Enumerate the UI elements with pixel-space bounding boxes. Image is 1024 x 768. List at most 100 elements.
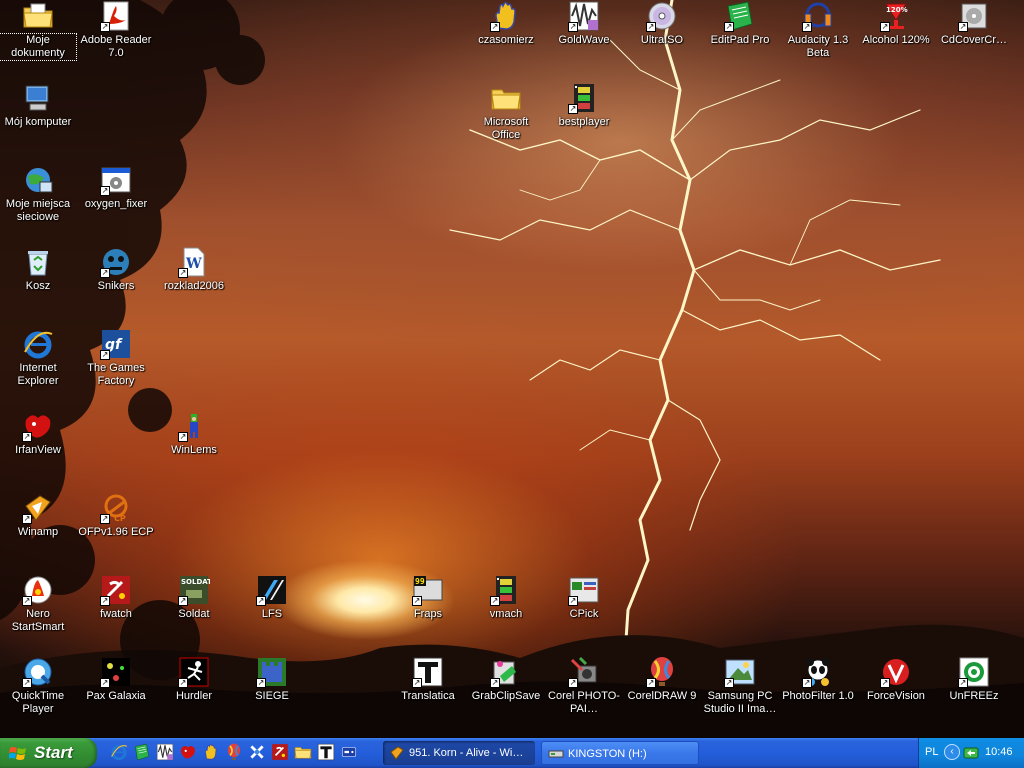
desktop-icon[interactable]: ↗ Pax Galaxia [78,656,154,703]
siege-icon: ↗ [256,656,288,688]
internet-explorer-icon [22,328,54,360]
desktop-icon[interactable]: Moje dokumenty [0,0,77,61]
system-tray: PL ‹ 10:46 [918,738,1024,768]
desktop-icon[interactable]: W ↗ rozklad2006 [156,246,232,293]
desktop-icon[interactable]: ↗ IrfanView [0,410,76,457]
desktop-icon-label: ForceVision [867,690,925,702]
desktop-icon[interactable]: ↗ czasomierz [468,0,544,47]
desktop-icon-label: Kosz [25,280,51,292]
desktop-icon-label: rozklad2006 [164,280,224,292]
shortcut-arrow-icon: ↗ [178,678,188,688]
desktop-icon[interactable]: CP ↗ OFPv1.96 ECP [78,492,154,539]
desktop-icon-label: EditPad Pro [710,34,770,46]
desktop-icon[interactable]: Internet Explorer [0,328,76,388]
language-indicator[interactable]: PL [925,746,938,758]
quicklaunch-internet-explorer-icon[interactable] [110,743,128,761]
shortcut-arrow-icon: ↗ [802,678,812,688]
desktop-icon[interactable]: ↗ fwatch [78,574,154,621]
desktop-icon-label: IrfanView [15,444,61,456]
desktop-icon[interactable]: SOLDAT ↗ Soldat [156,574,232,621]
shortcut-arrow-icon: ↗ [724,678,734,688]
shortcut-arrow-icon: ↗ [100,514,110,524]
desktop-icon[interactable]: Moje miejsca sieciowe [0,164,76,224]
desktop-icon[interactable]: ↗ Adobe Reader 7.0 [78,0,154,60]
grabclip-icon: ↗ [490,656,522,688]
shortcut-arrow-icon: ↗ [100,22,110,32]
desktop-icon[interactable]: ↗ Nero StartSmart [0,574,76,634]
taskbar-button-label: KINGSTON (H:) [568,748,647,760]
quicklaunch-balloon-icon[interactable] [225,743,243,761]
games-factory-icon: gf ↗ [100,328,132,360]
quicklaunch-irfanview-icon[interactable] [179,743,197,761]
safely-remove-hardware-icon[interactable] [963,745,979,761]
quicklaunch-fwatch-icon[interactable] [271,743,289,761]
desktop-icon-label: The Games Factory [87,362,145,387]
shortcut-arrow-icon: ↗ [22,514,32,524]
start-label: Start [34,743,73,762]
svg-text:SOLDAT: SOLDAT [181,578,210,586]
cpick-icon: ↗ [568,574,600,606]
desktop-icon-label: Winamp [17,526,59,538]
shortcut-arrow-icon: ↗ [412,596,422,606]
desktop-icon[interactable]: Kosz [0,246,76,293]
shortcut-arrow-icon: ↗ [256,678,266,688]
desktop-icon[interactable]: ↗ Hurdler [156,656,232,703]
galaxy-icon: ↗ [100,656,132,688]
hurdler-icon: ↗ [178,656,210,688]
desktop-icon[interactable]: ↗ Snikers [78,246,154,293]
desktop-icon-label: Internet Explorer [17,362,59,387]
show-hidden-icons-button[interactable]: ‹ [944,744,960,760]
shortcut-arrow-icon: ↗ [724,22,734,32]
soldat-icon: SOLDAT ↗ [178,574,210,606]
desktop-icon-label: Moje miejsca sieciowe [5,198,71,223]
desktop-icon[interactable]: ↗ CdCoverCr… [936,0,1012,47]
desktop-icon[interactable]: gf ↗ The Games Factory [78,328,154,388]
desktop-icon[interactable]: ↗ vmach [468,574,544,621]
lfs-icon: ↗ [256,574,288,606]
desktop-icon[interactable]: 99 ↗ Fraps [390,574,466,621]
desktop-icon[interactable]: ↗ SIEGE [234,656,310,703]
desktop-icon[interactable]: ↗ ForceVision [858,656,934,703]
quicklaunch-translatica-icon[interactable] [317,743,335,761]
desktop-icon[interactable]: Mój komputer [0,82,76,129]
taskbar-button[interactable]: KINGSTON (H:) [541,741,699,765]
desktop-icon[interactable]: 120% ↗ Alcohol 120% [858,0,934,47]
desktop-icon[interactable]: ↗ QuickTime Player [0,656,76,716]
quicklaunch-hand-icon[interactable] [202,743,220,761]
desktop-icon[interactable]: ↗ bestplayer [546,82,622,129]
desktop-icon[interactable]: ↗ LFS [234,574,310,621]
desktop-icon[interactable]: Microsoft Office [468,82,544,142]
unfreez-icon: ↗ [958,656,990,688]
my-computer-icon [22,82,54,114]
desktop-icon-label: Samsung PC Studio II Ima… [703,690,777,715]
desktop-icon[interactable]: ↗ EditPad Pro [702,0,778,47]
desktop-icon[interactable]: ↗ GoldWave [546,0,622,47]
desktop-icon[interactable]: ↗ CPick [546,574,622,621]
taskbar-button[interactable]: 951. Korn - Alive - Wi… [383,741,535,765]
quicklaunch-folder-icon[interactable] [294,743,312,761]
desktop-icon[interactable]: ↗ Winamp [0,492,76,539]
shortcut-arrow-icon: ↗ [880,22,890,32]
quicklaunch-cross-icon[interactable] [248,743,266,761]
quicklaunch-game-icon[interactable] [340,743,358,761]
desktop-icon[interactable]: ↗ PhotoFilter 1.0 [780,656,856,703]
desktop-icon[interactable]: ↗ CorelDRAW 9 [624,656,700,703]
desktop-icon[interactable]: ↗ oxygen_fixer [78,164,154,211]
desktop-icon[interactable]: ↗ GrabClipSave [468,656,544,703]
desktop-icon[interactable]: ↗ UnFREEz [936,656,1012,703]
desktop-icon-label: Alcohol 120% [862,34,930,46]
start-button[interactable]: Start [0,738,97,768]
cd-icon: ↗ [646,0,678,32]
desktop-icon-label: bestplayer [558,116,610,128]
quicklaunch-goldwave-icon[interactable] [156,743,174,761]
desktop-icon[interactable]: ↗ WinLems [156,410,232,457]
desktop-icon[interactable]: ↗ Corel PHOTO-PAI… [546,656,622,716]
clock[interactable]: 10:46 [985,746,1013,758]
panda-icon: ↗ [802,656,834,688]
quicklaunch-editpad-icon[interactable] [133,743,151,761]
shortcut-arrow-icon: ↗ [802,22,812,32]
desktop-icon[interactable]: ↗ Translatica [390,656,466,703]
desktop-icon[interactable]: ↗ Samsung PC Studio II Ima… [702,656,778,716]
desktop-icon[interactable]: ↗ Audacity 1.3 Beta [780,0,856,60]
desktop-icon[interactable]: ↗ UltraISO [624,0,700,47]
